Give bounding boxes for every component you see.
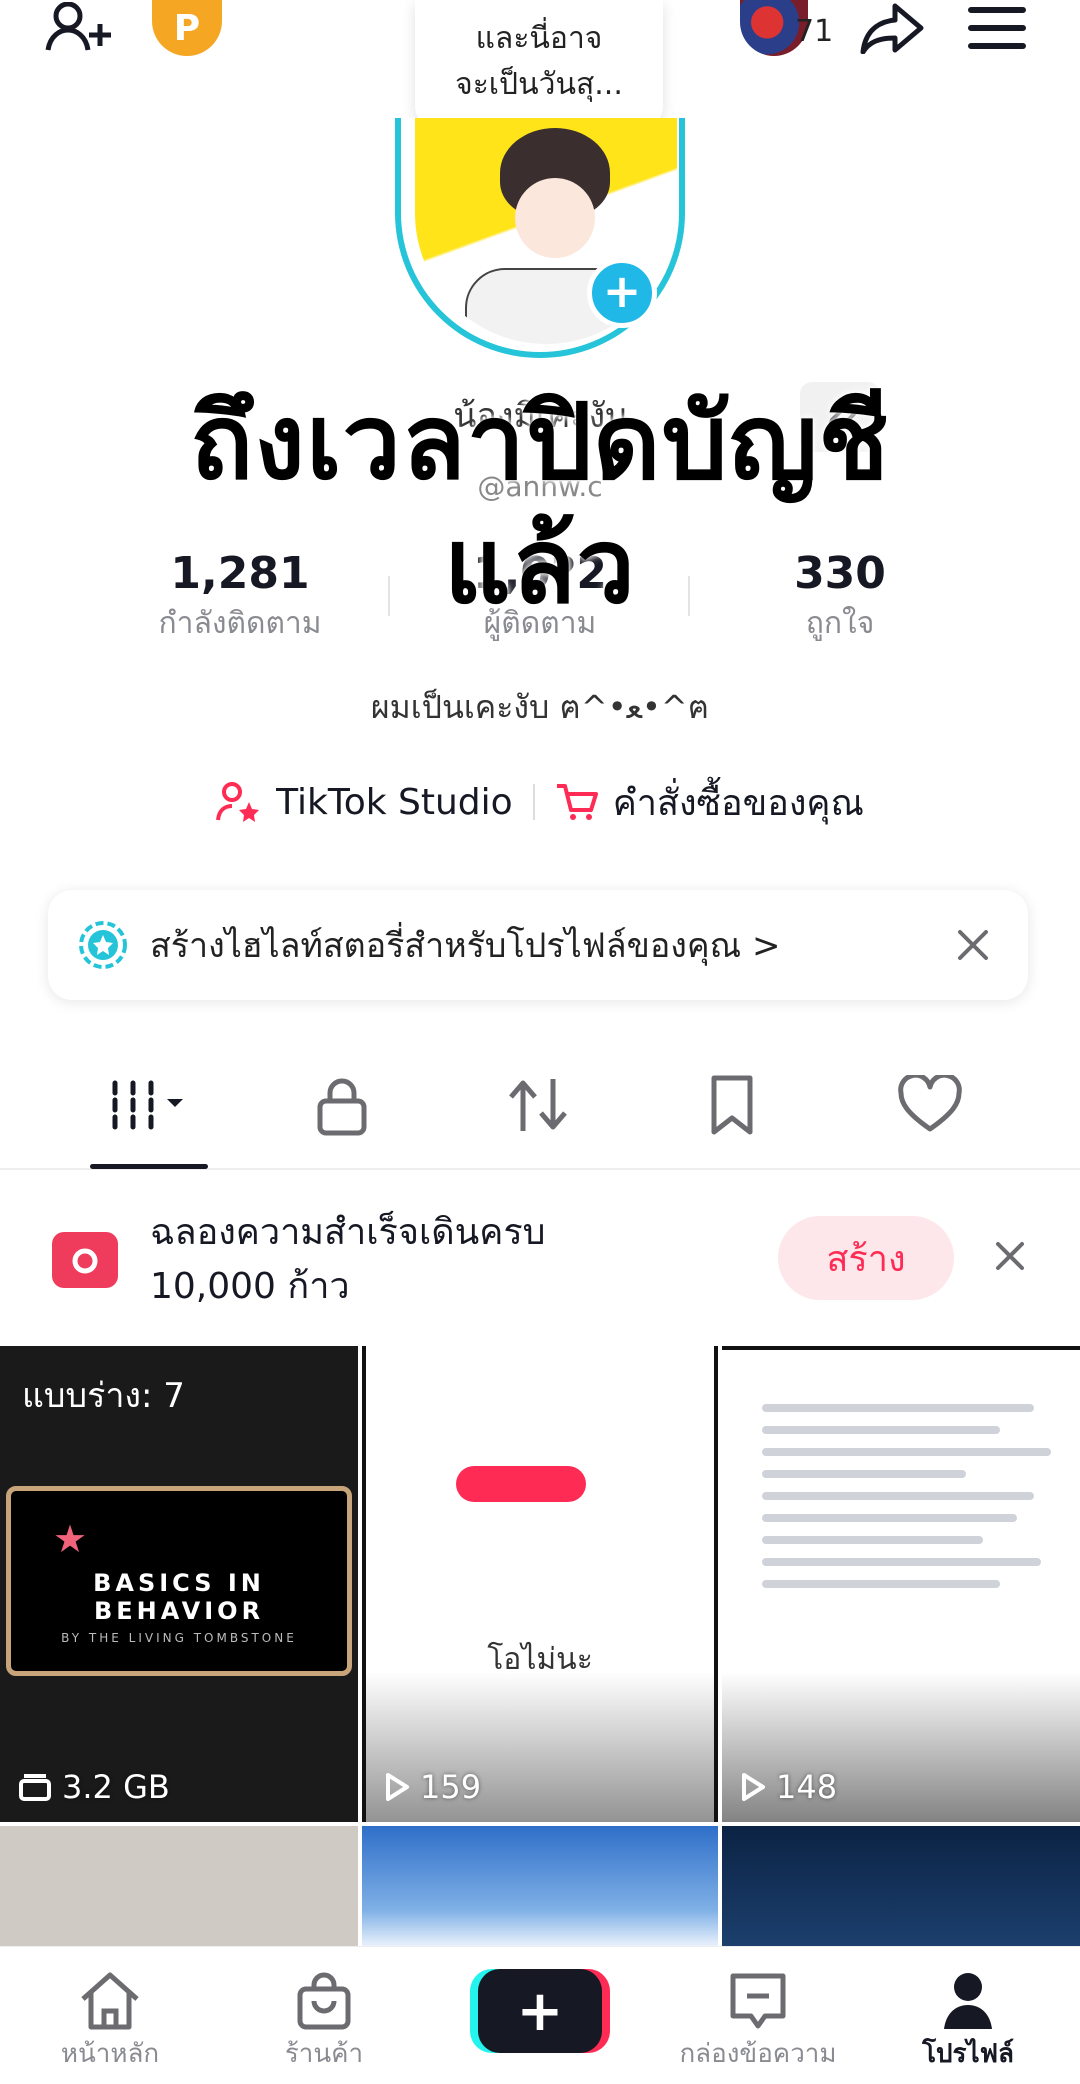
star-badge-icon (79, 921, 127, 969)
drafts-size-text: 3.2 GB (62, 1768, 170, 1806)
note-line-2: จะเป็นวันสุ... (455, 67, 623, 102)
stack-icon (19, 1774, 51, 1801)
drafts-size: 3.2 GB (18, 1768, 170, 1806)
close-icon[interactable] (948, 920, 998, 970)
nav-shop[interactable]: ร้านค้า (244, 1969, 404, 2074)
nav-profile-label: โปรไฟล์ (922, 2039, 1014, 2069)
heart-icon (898, 1075, 962, 1132)
overlay-caption: ถึงเวลาปิดบัญชี แล้ว (0, 380, 1080, 628)
video-views-count: 159 (420, 1768, 482, 1806)
close-icon[interactable] (990, 1236, 1030, 1276)
cart-icon (556, 784, 598, 820)
tab-favorites[interactable] (682, 1060, 782, 1150)
orders-label: คำสั่งซื้อของคุณ (612, 782, 864, 824)
nav-inbox[interactable]: กล่องข้อความ (668, 1969, 848, 2074)
play-icon (386, 1773, 409, 1801)
video-views: 159 (384, 1768, 481, 1806)
shopping-bag-icon (244, 1969, 404, 2033)
nav-shop-label: ร้านค้า (284, 2039, 364, 2069)
top-bar: P และนี่อาจ จะเป็นวันสุ... 71 (0, 0, 1080, 130)
orders-link[interactable]: คำสั่งซื้อของคุณ (555, 774, 864, 831)
nav-profile[interactable]: โปรไฟล์ (888, 1969, 1048, 2074)
add-friend-icon[interactable] (40, 0, 120, 56)
nav-inbox-label: กล่องข้อความ (679, 2039, 837, 2069)
links-divider (532, 784, 535, 820)
milestone-create-button[interactable]: สร้าง (778, 1216, 954, 1300)
tiktok-studio-link[interactable]: TikTok Studio (216, 782, 513, 823)
profile-icon (888, 1969, 1048, 2033)
drafts-label: แบบร่าง: 7 (22, 1376, 185, 1416)
video-views: 148 (740, 1768, 837, 1806)
nav-home[interactable]: หน้าหลัก (30, 1969, 190, 2074)
grid-item-video[interactable] (722, 1826, 1080, 1946)
profile-avatar[interactable]: + (395, 118, 685, 358)
tab-private[interactable] (292, 1060, 392, 1150)
repost-icon (509, 1079, 567, 1131)
profile-bio: ผมเป็นเคะงับ ฅ^•ﻌ•^ฅ (370, 688, 710, 726)
play-icon (742, 1773, 765, 1801)
active-tab-indicator (90, 1164, 208, 1169)
share-icon[interactable] (852, 0, 932, 56)
note-bubble[interactable]: และนี่อาจ จะเป็นวันสุ... (415, 0, 663, 130)
add-story-plus-icon[interactable]: + (587, 258, 657, 328)
highlight-prompt[interactable]: สร้างไฮไลท์สตอรี่สำหรับโปรไฟล์ของคุณ > (48, 890, 1028, 1000)
grid-item-video[interactable]: 148 (722, 1346, 1080, 1822)
camera-icon (52, 1232, 118, 1288)
highlight-prompt-text: สร้างไฮไลท์สตอรี่สำหรับโปรไฟล์ของคุณ > (150, 926, 781, 966)
profile-links: TikTok Studio คำสั่งซื้อของคุณ (0, 772, 1080, 832)
overlay-caption-line-2: แล้ว (443, 505, 637, 627)
tiktok-studio-label: TikTok Studio (276, 781, 513, 823)
tab-videos[interactable] (100, 1060, 200, 1150)
drafts-thumbnail: ★ BASICS IN BEHAVIOR BY THE LIVING TOMBS… (6, 1486, 352, 1676)
milestone-banner: ฉลองความสำเร็จเดินครบ 10,000 ก้าว สร้าง (0, 1180, 1080, 1340)
create-button[interactable]: + (478, 1969, 602, 2053)
plus-icon: + (516, 1978, 564, 2044)
grid-item-video[interactable] (362, 1826, 718, 1946)
friend-count: 71 (795, 14, 834, 49)
home-icon (30, 1969, 190, 2033)
coin-badge[interactable]: P (152, 0, 222, 56)
video-views-count: 148 (776, 1768, 838, 1806)
grid-icon (112, 1080, 183, 1130)
note-line-1: และนี่อาจ (475, 21, 603, 56)
overlay-caption-line-1: ถึงเวลาปิดบัญชี (190, 381, 890, 503)
inbox-icon (668, 1969, 848, 2033)
grid-item-video[interactable]: โอไม่นะ 159 (362, 1346, 718, 1822)
menu-icon[interactable] (962, 0, 1032, 56)
grid-item-drafts[interactable]: แบบร่าง: 7 ★ BASICS IN BEHAVIOR BY THE L… (0, 1346, 358, 1822)
milestone-text: ฉลองความสำเร็จเดินครบ 10,000 ก้าว (150, 1206, 546, 1314)
video-grid: แบบร่าง: 7 ★ BASICS IN BEHAVIOR BY THE L… (0, 1346, 1080, 1946)
bookmark-icon (711, 1075, 753, 1135)
studio-person-icon (216, 782, 260, 822)
profile-tabs (0, 1050, 1080, 1170)
milestone-line-2: 10,000 ก้าว (150, 1266, 350, 1307)
bottom-navigation: หน้าหลัก ร้านค้า + กล่องข้อความ โปรไฟล์ (0, 1946, 1080, 2084)
tab-liked[interactable] (880, 1060, 980, 1150)
thumbnail-subtitle: BY THE LIVING TOMBSTONE (61, 1631, 297, 1645)
star-icon: ★ (53, 1517, 88, 1561)
lock-icon (317, 1078, 367, 1136)
thumbnail-title: BASICS IN BEHAVIOR (93, 1569, 265, 1625)
milestone-line-1: ฉลองความสำเร็จเดินครบ (150, 1212, 546, 1253)
thumbnail-pink-button (456, 1466, 586, 1502)
nav-home-label: หน้าหลัก (60, 2039, 160, 2069)
tab-reposts[interactable] (488, 1060, 588, 1150)
grid-item-video[interactable] (0, 1826, 358, 1946)
